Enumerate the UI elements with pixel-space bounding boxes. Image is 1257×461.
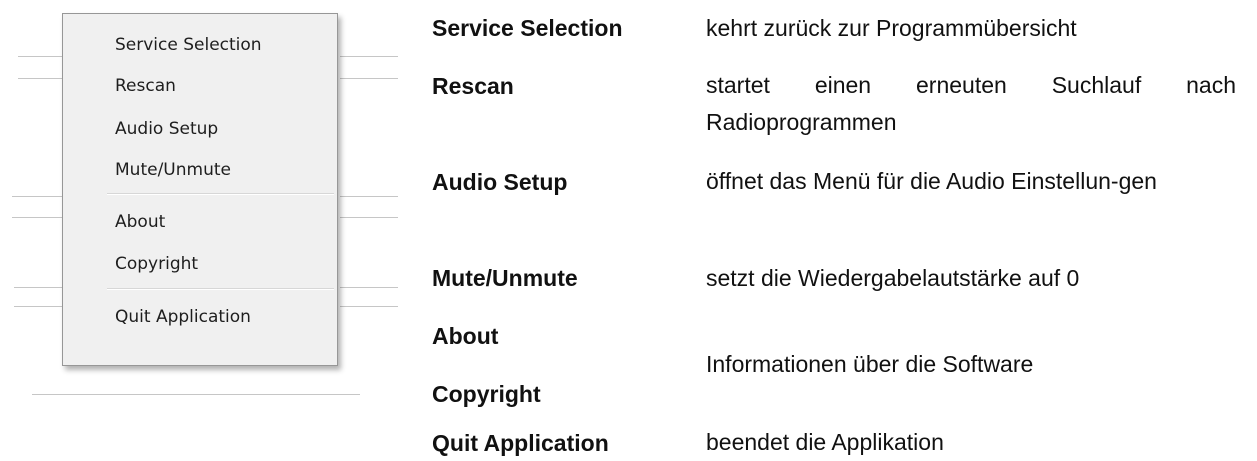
background-line — [14, 306, 62, 307]
term-rescan: Rescan — [432, 73, 514, 99]
context-menu: Service Selection Rescan Audio Setup Mut… — [62, 13, 338, 366]
background-line — [340, 306, 398, 307]
term-quit-application: Quit Application — [432, 430, 609, 456]
menu-item-copyright[interactable]: Copyright — [115, 250, 198, 278]
background-line — [340, 56, 398, 57]
term-mute-unmute: Mute/Unmute — [432, 265, 578, 291]
desc-mute-unmute: setzt die Wiedergabelautstärke auf 0 — [706, 265, 1080, 291]
term-about: About — [432, 323, 499, 349]
menu-separator — [107, 193, 334, 195]
desc-service-selection: kehrt zurück zur Programmübersicht — [706, 15, 1077, 41]
menu-item-about[interactable]: About — [115, 208, 165, 236]
desc-about-copyright: Informationen über die Software — [706, 351, 1034, 377]
background-line — [14, 287, 62, 288]
desc-rescan: startet einen erneuten Suchlauf nach Rad… — [706, 72, 1236, 135]
desc-audio-setup: öffnet das Menü für die Audio Einstellun… — [706, 168, 1157, 194]
menu-item-rescan[interactable]: Rescan — [115, 72, 176, 100]
desc-quit-application: beendet die Applikation — [706, 429, 944, 455]
background-line — [340, 217, 398, 218]
background-line — [340, 196, 398, 197]
term-audio-setup: Audio Setup — [432, 169, 568, 195]
term-copyright: Copyright — [432, 381, 541, 407]
term-service-selection: Service Selection — [432, 15, 623, 41]
background-line — [12, 217, 62, 218]
menu-separator — [107, 288, 334, 290]
menu-item-audio-setup[interactable]: Audio Setup — [115, 115, 218, 143]
background-line — [18, 78, 62, 79]
background-line — [32, 394, 360, 395]
background-line — [340, 78, 398, 79]
menu-item-service-selection[interactable]: Service Selection — [115, 31, 262, 59]
background-line — [18, 56, 62, 57]
menu-item-mute-unmute[interactable]: Mute/Unmute — [115, 156, 231, 184]
background-line — [340, 287, 398, 288]
background-line — [12, 196, 62, 197]
menu-screenshot: Service Selection Rescan Audio Setup Mut… — [0, 0, 410, 459]
menu-item-quit-application[interactable]: Quit Application — [115, 303, 251, 331]
